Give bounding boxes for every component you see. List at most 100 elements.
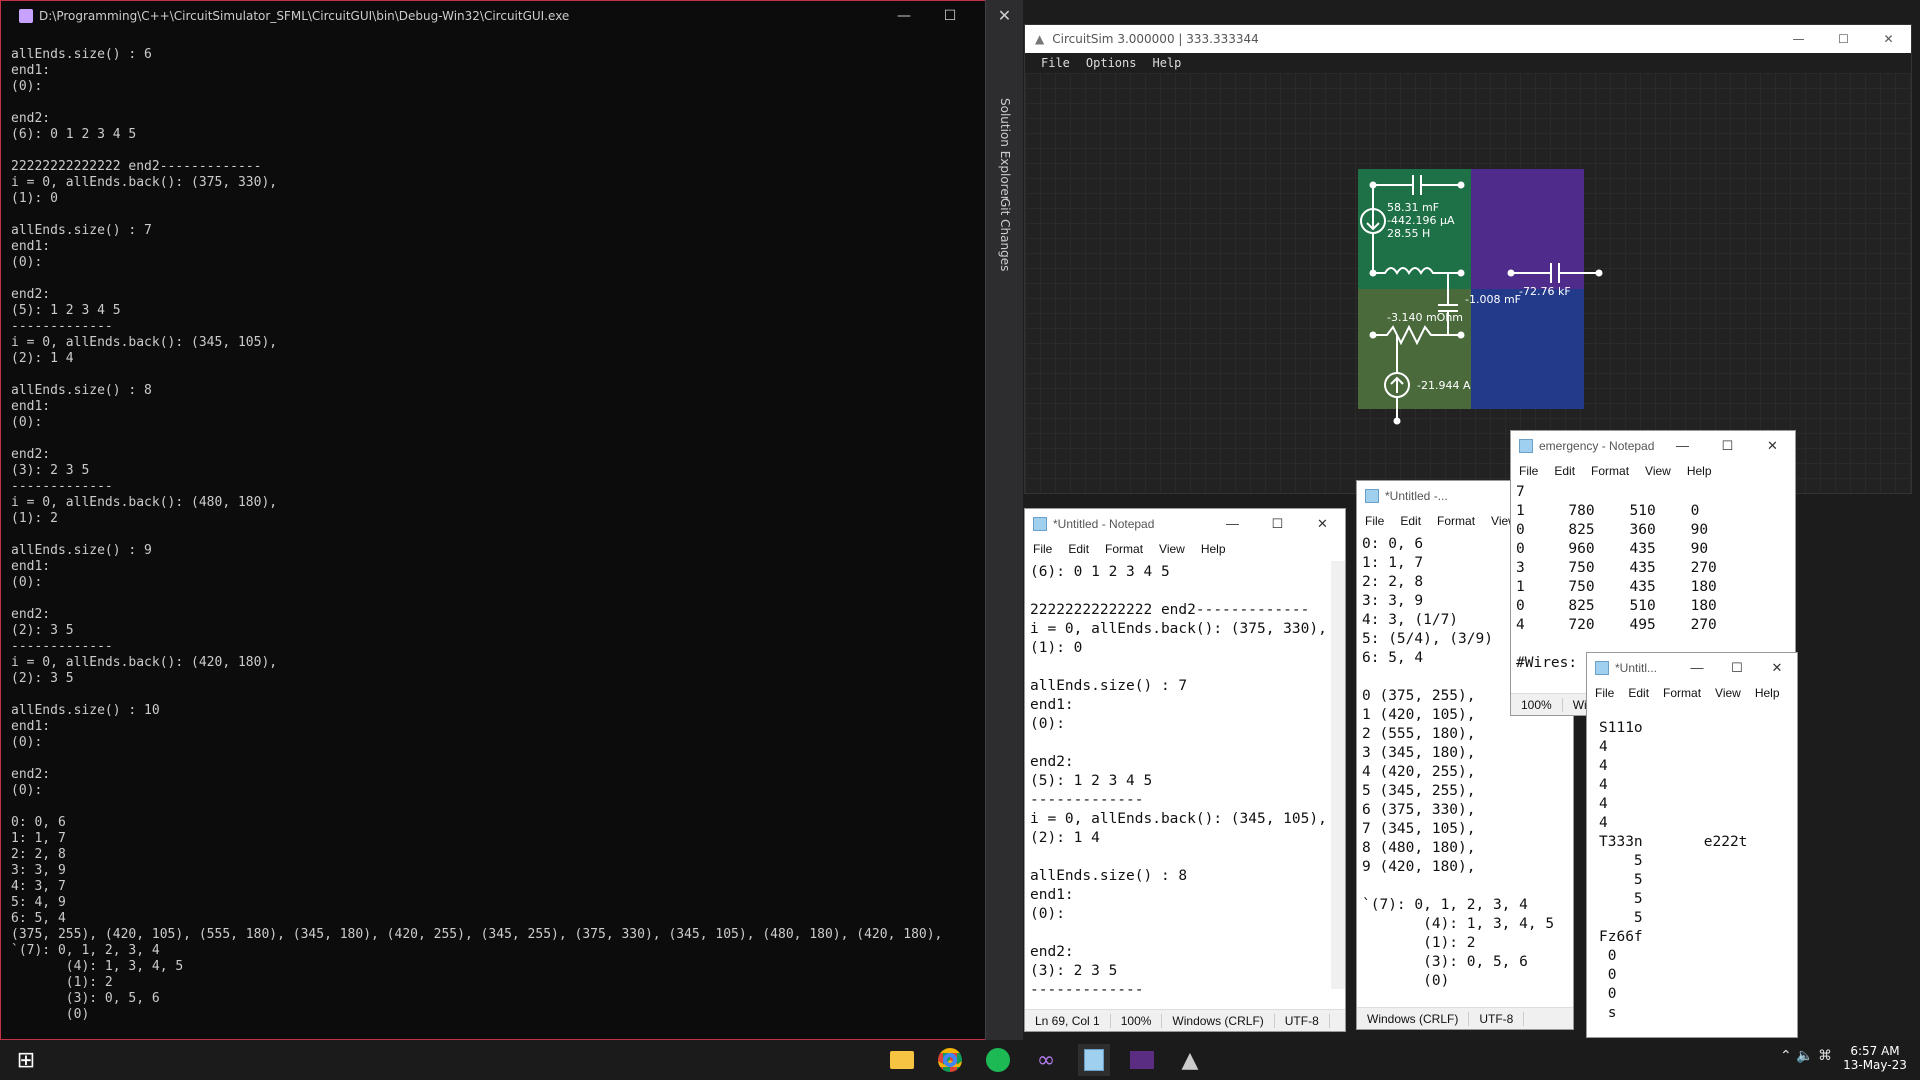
console-title: D:\Programming\C++\CircuitSimulator_SFML… (39, 9, 570, 23)
circuitsim-logo-icon: ▲ (1035, 32, 1045, 46)
menu-file[interactable]: File (1595, 686, 1614, 700)
notepad-icon (1033, 517, 1047, 531)
console-titlebar[interactable]: D:\Programming\C++\CircuitSimulator_SFML… (1, 1, 1019, 31)
notepad-icon (1365, 489, 1379, 503)
menu-help[interactable]: Help (1201, 542, 1226, 556)
notepad-menubar: File Edit Format View Help (1587, 683, 1797, 703)
ind1-label: 28.55 H (1387, 227, 1430, 240)
menu-file[interactable]: File (1033, 542, 1052, 556)
ide-side-strip: ✕ Solution Explorer Git Changes (985, 0, 1023, 1040)
clock[interactable]: 6:57 AM 13-May-23 (1840, 1044, 1910, 1072)
circuitsim-window[interactable]: ▲ CircuitSim 3.000000 | 333.333344 — ☐ ✕… (1024, 24, 1912, 494)
maximize-button[interactable]: ☐ (1821, 32, 1866, 46)
visual-studio-icon[interactable]: ∞ (1030, 1044, 1062, 1076)
notepad-statusbar: Windows (CRLF) UTF-8 (1357, 1007, 1573, 1029)
menu-file[interactable]: File (1519, 464, 1538, 478)
menu-edit[interactable]: Edit (1400, 514, 1421, 528)
menu-help[interactable]: Help (1152, 56, 1181, 70)
console-app-icon (19, 9, 33, 23)
cap2-label: -72.76 kF (1519, 285, 1571, 298)
circuitsim-title: CircuitSim 3.000000 | 333.333344 (1052, 32, 1259, 46)
src1-label: -21.944 A (1417, 379, 1471, 392)
notepad-scrollbar[interactable] (1331, 561, 1345, 989)
menu-help[interactable]: Help (1687, 464, 1712, 478)
status-encoding: UTF-8 (1469, 1011, 1525, 1026)
circuitsim-titlebar[interactable]: ▲ CircuitSim 3.000000 | 333.333344 — ☐ ✕ (1025, 25, 1911, 53)
menu-view[interactable]: View (1645, 464, 1671, 478)
circuitsim-taskbar-icon[interactable]: ▲ (1174, 1044, 1206, 1076)
close-button[interactable]: ✕ (1866, 32, 1911, 46)
solution-explorer-tab[interactable]: Solution Explorer (998, 98, 1012, 201)
cur1-label: -442.196 μA (1387, 214, 1455, 227)
status-zoom: 100% (1111, 1013, 1163, 1028)
menu-format[interactable]: Format (1591, 464, 1629, 478)
notepad-untitled-1[interactable]: *Untitled - Notepad — ☐ ✕ File Edit Form… (1024, 508, 1346, 1032)
maximize-button[interactable]: ☐ (1705, 438, 1750, 454)
notepad-title: *Untitl... (1615, 661, 1658, 675)
maximize-button[interactable]: ☐ (927, 1, 973, 31)
chrome-icon[interactable] (934, 1044, 966, 1076)
maximize-button[interactable]: ☐ (1255, 516, 1300, 532)
notepad-untitled-3[interactable]: *Untitl... — ☐ ✕ File Edit Format View H… (1586, 652, 1798, 1038)
menu-view[interactable]: View (1159, 542, 1185, 556)
notepad-titlebar[interactable]: *Untitled - Notepad — ☐ ✕ (1025, 509, 1345, 539)
close-button[interactable]: ✕ (1757, 660, 1797, 676)
close-icon[interactable]: ✕ (986, 6, 1023, 25)
start-windows-icon[interactable]: ⊞ (10, 1044, 42, 1076)
notepad-text[interactable]: 7 1 780 510 0 0 825 360 90 0 960 435 90 … (1516, 483, 1717, 673)
notepad-title: *Untitled - Notepad (1053, 517, 1155, 531)
spotify-icon[interactable] (982, 1044, 1014, 1076)
menu-edit[interactable]: Edit (1068, 542, 1089, 556)
notepad-menubar: File Edit Format View Help (1511, 461, 1795, 481)
notepad-title: emergency - Notepad (1539, 439, 1655, 453)
region-blue (1471, 289, 1584, 409)
console-window[interactable]: D:\Programming\C++\CircuitSimulator_SFML… (0, 0, 1020, 1040)
menu-file[interactable]: File (1365, 514, 1384, 528)
circuitsim-menubar: File Options Help (1025, 53, 1911, 73)
status-encoding: UTF-8 (1275, 1013, 1330, 1028)
menu-format[interactable]: Format (1663, 686, 1701, 700)
menu-edit[interactable]: Edit (1554, 464, 1575, 478)
taskbar: ⊞ ∞ ▲ ⌃ 🔈 ⌘ 6:57 AM 13-May-23 (0, 1040, 1920, 1080)
status-zoom: 100% (1511, 697, 1563, 712)
menu-file[interactable]: File (1041, 56, 1070, 70)
menu-options[interactable]: Options (1086, 56, 1137, 70)
maximize-button[interactable]: ☐ (1717, 660, 1757, 676)
status-position: Ln 69, Col 1 (1025, 1013, 1111, 1028)
menu-format[interactable]: Format (1437, 514, 1475, 528)
minimize-button[interactable]: — (881, 1, 927, 31)
git-changes-tab[interactable]: Git Changes (998, 198, 1012, 271)
close-button[interactable]: ✕ (1750, 438, 1795, 454)
notepad-icon (1595, 661, 1609, 675)
cap3-label: -1.008 mF (1465, 293, 1521, 306)
menu-help[interactable]: Help (1755, 686, 1780, 700)
notepad-text[interactable]: (6): 0 1 2 3 4 5 22222222222222 end2----… (1030, 563, 1327, 1000)
file-explorer-icon[interactable] (886, 1044, 918, 1076)
status-line-ending: Windows (CRLF) (1357, 1011, 1470, 1026)
menu-edit[interactable]: Edit (1628, 686, 1649, 700)
notepad-text[interactable]: S111o 4 4 4 4 4 T333n e222t 5 5 5 5 Fz66… (1599, 719, 1747, 1023)
res1-label: -3.140 mOhm (1387, 311, 1463, 324)
menu-format[interactable]: Format (1105, 542, 1143, 556)
notepad-title: *Untitled -... (1385, 489, 1448, 503)
clock-date: 13-May-23 (1843, 1058, 1907, 1072)
console-output: allEnds.size() : 6 end1: (0): end2: (6):… (11, 47, 943, 1022)
notepad-taskbar-icon[interactable] (1078, 1044, 1110, 1076)
minimize-button[interactable]: — (1776, 32, 1821, 46)
close-button[interactable]: ✕ (1300, 516, 1345, 532)
notepad-menubar: File Edit Format View Help (1025, 539, 1345, 559)
status-line-ending: Windows (CRLF) (1162, 1013, 1275, 1028)
notepad-icon (1519, 439, 1533, 453)
system-tray-icons[interactable]: ⌃ 🔈 ⌘ (1780, 1048, 1832, 1064)
menu-view[interactable]: View (1715, 686, 1741, 700)
minimize-button[interactable]: — (1210, 516, 1255, 532)
cap1-label: 58.31 mF (1387, 201, 1439, 214)
notepad-titlebar[interactable]: emergency - Notepad — ☐ ✕ (1511, 431, 1795, 461)
minimize-button[interactable]: — (1677, 660, 1717, 676)
notepad-titlebar[interactable]: *Untitl... — ☐ ✕ (1587, 653, 1797, 683)
region-purple (1471, 169, 1584, 289)
clock-time: 6:57 AM (1850, 1044, 1900, 1058)
console-taskbar-icon[interactable] (1126, 1044, 1158, 1076)
minimize-button[interactable]: — (1660, 438, 1705, 454)
notepad-statusbar: Ln 69, Col 1 100% Windows (CRLF) UTF-8 (1025, 1009, 1345, 1031)
